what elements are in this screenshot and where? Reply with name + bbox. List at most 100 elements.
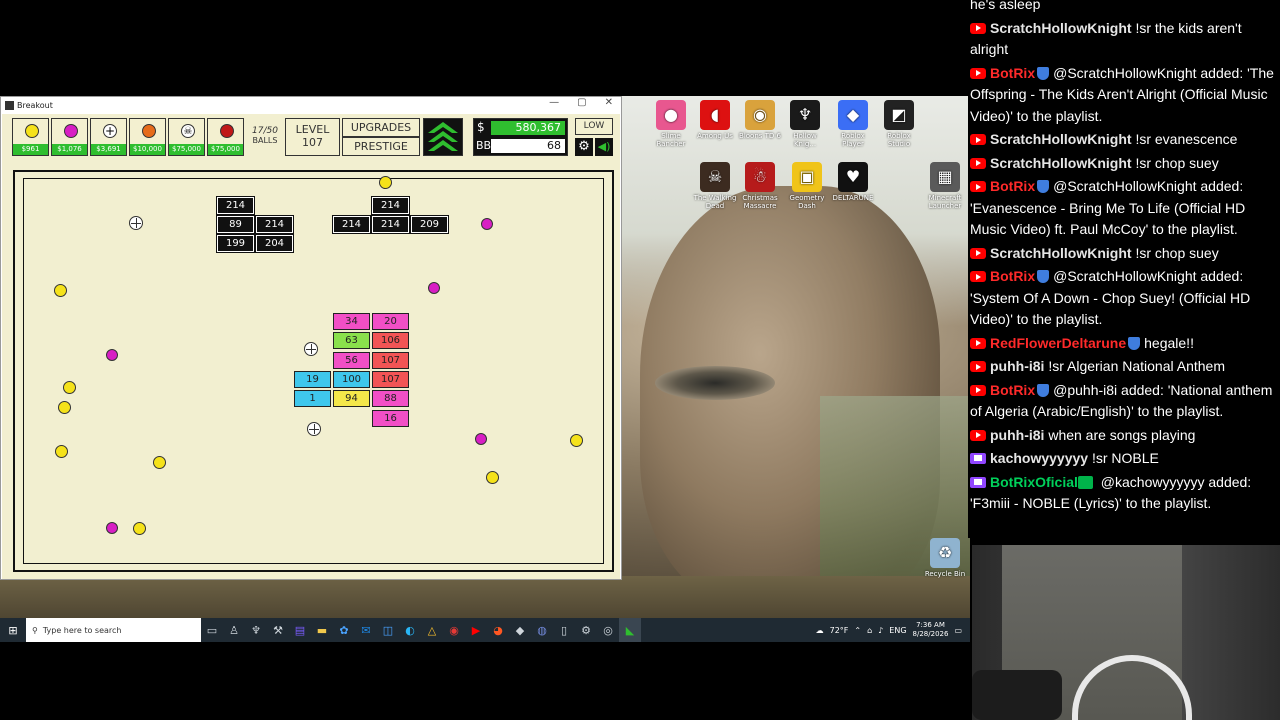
hollow-knight-taskbar-icon[interactable]: ♆ bbox=[245, 618, 267, 642]
clock-time: 7:36 AM bbox=[916, 621, 945, 629]
playfield[interactable]: 214 89 214 199 204 214 214 214 209 34 20 63 106 56 107… bbox=[13, 170, 614, 572]
wall-left bbox=[13, 170, 15, 572]
chevron-up-tray-icon[interactable]: ⌃ bbox=[854, 626, 861, 635]
desktop-icon-label: Minecraft Launcher bbox=[928, 194, 962, 210]
shop-yellow-ball-button[interactable]: $961 bbox=[12, 118, 49, 156]
app-icon bbox=[5, 101, 14, 110]
notes-icon[interactable]: ▤ bbox=[289, 618, 311, 642]
moderator-shield-icon bbox=[1037, 383, 1050, 397]
chat-message: puhh-i8i when are songs playing bbox=[970, 424, 1280, 448]
network-icon[interactable]: ⌂ bbox=[867, 626, 872, 635]
breakout-window[interactable]: Breakout — ▢ ✕ $961 $1,076 + $3,691 $10,000 ☠… bbox=[0, 96, 622, 580]
youtube-icon bbox=[970, 157, 986, 169]
start-button[interactable]: ⊞ bbox=[0, 618, 26, 642]
outlook-icon[interactable]: ✉ bbox=[355, 618, 377, 642]
breakout-taskbar-icon[interactable]: ◣ bbox=[619, 618, 641, 642]
hatchet-icon[interactable]: ⚒ bbox=[267, 618, 289, 642]
twitch-icon bbox=[970, 476, 986, 488]
wall-inner-left bbox=[23, 178, 24, 564]
deltarune-icon: ♥ bbox=[838, 162, 868, 192]
youtube-icon bbox=[970, 429, 986, 441]
money-panel: $ 580,367 BB 68 bbox=[473, 118, 568, 156]
clock[interactable]: 7:36 AM 8/28/2026 bbox=[913, 621, 949, 639]
slime-icon: ● bbox=[656, 100, 686, 130]
desktop-icon[interactable]: ◉ Bloons TD 6 bbox=[737, 100, 783, 140]
desktop-icon-label: Recycle Bin bbox=[924, 570, 966, 578]
yellow-ball bbox=[63, 381, 76, 394]
weather-icon: ☁ bbox=[815, 625, 824, 635]
window-title: Breakout bbox=[17, 101, 53, 110]
edge-icon[interactable]: ◐ bbox=[399, 618, 421, 642]
chrome-icon[interactable]: ◉ bbox=[443, 618, 465, 642]
brick: 107 bbox=[372, 352, 409, 369]
sound-button[interactable]: ◀) bbox=[595, 138, 613, 156]
shop-pink-ball-button[interactable]: $1,076 bbox=[51, 118, 88, 156]
brick: 63 bbox=[333, 332, 370, 349]
shop-plus-ball-button[interactable]: + $3,691 bbox=[90, 118, 127, 156]
wall-inner-right bbox=[603, 178, 604, 564]
desktop-icon[interactable]: ♆ Hollow Knig... bbox=[782, 100, 828, 148]
maximize-button[interactable]: ▢ bbox=[577, 97, 586, 108]
moderator-shield-icon bbox=[1037, 180, 1050, 193]
desktop-icon[interactable]: ☠ The Walking Dead bbox=[692, 162, 738, 210]
document-icon[interactable]: ▯ bbox=[553, 618, 575, 642]
boost-button[interactable] bbox=[423, 118, 463, 156]
balls-count: 17/50 bbox=[252, 126, 278, 136]
drive-icon[interactable]: △ bbox=[421, 618, 443, 642]
weather-temp[interactable]: 72°F bbox=[830, 626, 849, 635]
reddit-icon[interactable]: ◕ bbox=[487, 618, 509, 642]
discord-icon[interactable]: ◍ bbox=[531, 618, 553, 642]
pink-ball bbox=[106, 522, 118, 534]
desktop-icon[interactable]: ◆ Roblox Player bbox=[830, 100, 876, 148]
volume-icon[interactable]: ♪ bbox=[878, 626, 883, 635]
settings-taskbar-icon[interactable]: ⚙ bbox=[575, 618, 597, 642]
wall-top bbox=[13, 170, 614, 172]
chat-text: he's asleep bbox=[970, 0, 1041, 12]
language-indicator[interactable]: ENG bbox=[889, 626, 906, 635]
quality-label: LOW bbox=[583, 121, 605, 131]
desktop-icon[interactable]: ♻ Recycle Bin bbox=[922, 538, 968, 578]
yellow-ball-icon bbox=[25, 124, 39, 138]
minimize-button[interactable]: — bbox=[549, 97, 559, 108]
tux-icon[interactable]: ♙ bbox=[223, 618, 245, 642]
webcam-feed bbox=[972, 545, 1280, 720]
geometry-dash-icon: ▣ bbox=[792, 162, 822, 192]
youtube-icon bbox=[970, 67, 986, 79]
desktop-icon[interactable]: ◩ Roblox Studio bbox=[876, 100, 922, 148]
desktop-icon[interactable]: ☃ Christmas Massacre bbox=[737, 162, 783, 210]
close-button[interactable]: ✕ bbox=[605, 97, 613, 108]
roblox-taskbar-icon[interactable]: ◆ bbox=[509, 618, 531, 642]
pink-ball-icon bbox=[64, 124, 78, 138]
quality-button[interactable]: LOW bbox=[575, 118, 613, 135]
desktop-icon[interactable]: ▣ Geometry Dash bbox=[784, 162, 830, 210]
settings-button[interactable]: ⚙ bbox=[575, 138, 593, 156]
brick: 16 bbox=[372, 410, 409, 427]
window-titlebar[interactable]: Breakout — ▢ ✕ bbox=[1, 97, 621, 114]
chat-text: !sr evanescence bbox=[1135, 131, 1238, 147]
desktop-icon-label: Slime Rancher bbox=[656, 132, 686, 148]
upgrades-button[interactable]: UPGRADES bbox=[342, 118, 420, 137]
shop-orange-ball-button[interactable]: $10,000 bbox=[129, 118, 166, 156]
pink-ball bbox=[481, 218, 493, 230]
file-explorer-icon[interactable]: ▬ bbox=[311, 618, 333, 642]
youtube-icon[interactable]: ▶ bbox=[465, 618, 487, 642]
desktop-icon[interactable]: ▦ Minecraft Launcher bbox=[922, 162, 968, 210]
balls-counter: 17/50 BALLS bbox=[248, 126, 282, 145]
shop-skull-ball-button[interactable]: ☠ $75,000 bbox=[168, 118, 205, 156]
task-view-icon[interactable]: ▭ bbox=[201, 618, 223, 642]
shop-price: $1,076 bbox=[52, 144, 87, 155]
obs-icon[interactable]: ◎ bbox=[597, 618, 619, 642]
prestige-button[interactable]: PRESTIGE bbox=[342, 137, 420, 156]
brick: 107 bbox=[372, 371, 409, 388]
shop-red-ball-button[interactable]: $75,000 bbox=[207, 118, 244, 156]
game-area[interactable]: $961 $1,076 + $3,691 $10,000 ☠ $75,000 $75,000 … bbox=[2, 114, 620, 579]
copilot-icon[interactable]: ✿ bbox=[333, 618, 355, 642]
pink-ball bbox=[106, 349, 118, 361]
notifications-icon[interactable]: ▭ bbox=[954, 626, 962, 635]
desktop-icon[interactable]: ♥ DELTARUNE bbox=[830, 162, 876, 202]
search-box[interactable]: ⚲ Type here to search bbox=[26, 618, 201, 642]
store-icon[interactable]: ◫ bbox=[377, 618, 399, 642]
wall-inner-bottom bbox=[23, 563, 604, 564]
desktop-icon[interactable]: ◖ Among Us bbox=[692, 100, 738, 140]
desktop-icon[interactable]: ● Slime Rancher bbox=[648, 100, 694, 148]
